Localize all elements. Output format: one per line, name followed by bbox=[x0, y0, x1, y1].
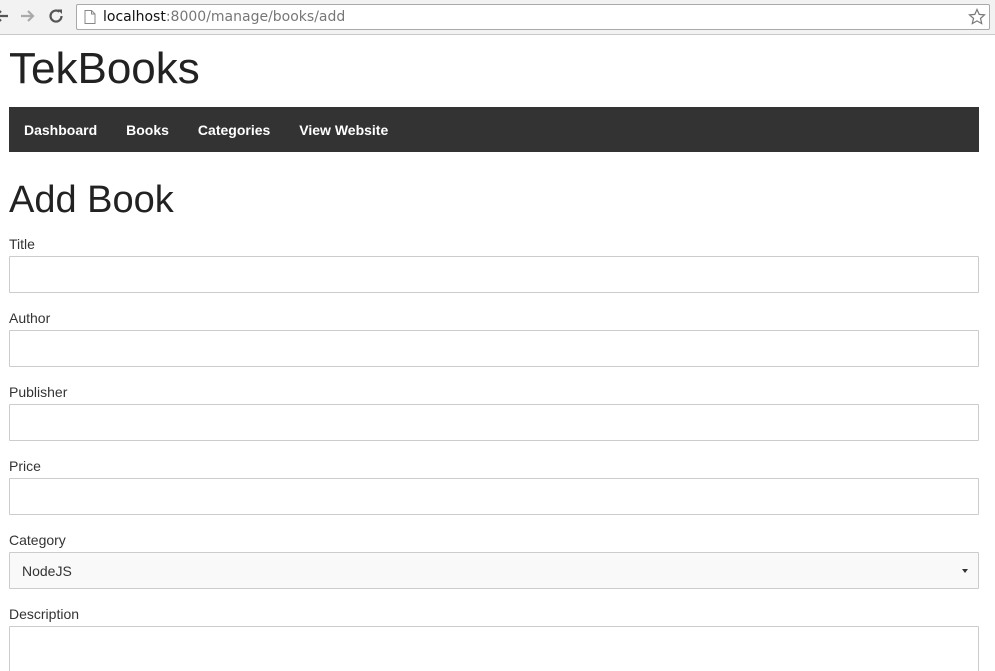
category-group: Category NodeJS bbox=[9, 532, 979, 589]
nav-item-view-website[interactable]: View Website bbox=[299, 122, 388, 138]
publisher-group: Publisher bbox=[9, 384, 979, 441]
back-arrow-icon bbox=[0, 10, 8, 22]
title-label: Title bbox=[9, 236, 35, 252]
bookmark-star-icon[interactable] bbox=[968, 8, 986, 26]
main-navbar: Dashboard Books Categories View Website bbox=[9, 107, 979, 152]
site-brand: TekBooks bbox=[9, 44, 200, 93]
address-bar[interactable]: localhost:8000/manage/books/add bbox=[76, 4, 990, 30]
page-title: Add Book bbox=[9, 179, 174, 221]
reload-icon bbox=[49, 9, 63, 23]
description-group: Description bbox=[9, 606, 979, 671]
title-group: Title bbox=[9, 236, 979, 293]
url-text: localhost:8000/manage/books/add bbox=[103, 9, 346, 25]
browser-toolbar: localhost:8000/manage/books/add bbox=[0, 0, 995, 35]
author-input[interactable] bbox=[9, 330, 979, 367]
forward-button[interactable] bbox=[17, 6, 37, 26]
price-group: Price bbox=[9, 458, 979, 515]
publisher-label: Publisher bbox=[9, 384, 68, 400]
description-label: Description bbox=[9, 606, 80, 622]
description-textarea[interactable] bbox=[9, 626, 979, 671]
category-select[interactable]: NodeJS bbox=[9, 552, 979, 589]
category-selected-value: NodeJS bbox=[22, 562, 72, 579]
category-label: Category bbox=[9, 532, 66, 548]
nav-item-books[interactable]: Books bbox=[126, 122, 169, 138]
nav-item-categories[interactable]: Categories bbox=[198, 122, 270, 138]
forward-arrow-icon bbox=[21, 10, 35, 22]
price-input[interactable] bbox=[9, 478, 979, 515]
reload-button[interactable] bbox=[46, 6, 66, 26]
page-icon bbox=[84, 10, 96, 24]
nav-item-dashboard[interactable]: Dashboard bbox=[24, 122, 97, 138]
chevron-down-icon bbox=[962, 568, 968, 573]
back-button[interactable] bbox=[0, 6, 12, 26]
publisher-input[interactable] bbox=[9, 404, 979, 441]
author-label: Author bbox=[9, 310, 51, 326]
author-group: Author bbox=[9, 310, 979, 367]
title-input[interactable] bbox=[9, 256, 979, 293]
price-label: Price bbox=[9, 458, 41, 474]
